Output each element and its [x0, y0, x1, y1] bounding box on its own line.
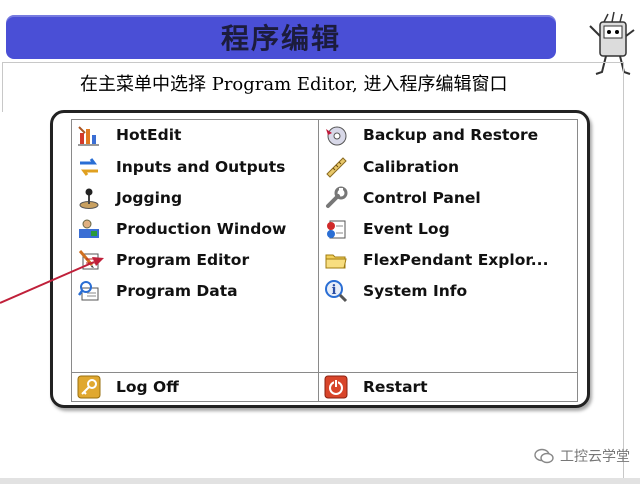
menu-item-jogging[interactable]: Jogging — [76, 185, 182, 211]
joystick-icon — [76, 185, 102, 211]
watermark: 工控云学堂 — [534, 446, 630, 466]
power-icon — [323, 374, 349, 400]
menu-item-label: Calibration — [363, 158, 460, 176]
menu-item-program-data[interactable]: Program Data — [76, 278, 238, 304]
menu-item-control-panel[interactable]: Control Panel — [323, 185, 481, 211]
menu-item-label: HotEdit — [116, 126, 182, 144]
hotedit-icon — [76, 122, 102, 148]
menu-item-label: System Info — [363, 282, 468, 300]
system-info-icon: i — [323, 278, 349, 304]
menu-item-inputs-and-outputs[interactable]: Inputs and Outputs — [76, 154, 285, 180]
main-menu-panel: HotEdit Inputs and Outputs Jogging Produ… — [50, 110, 590, 408]
backup-restore-icon — [323, 122, 349, 148]
menu-item-calibration[interactable]: Calibration — [323, 154, 459, 180]
production-window-icon — [76, 216, 102, 242]
menu-item-label: Production Window — [116, 220, 287, 238]
log-off-button[interactable]: Log Off — [76, 374, 179, 400]
caption-frame-top — [2, 62, 624, 63]
bottom-bar — [0, 478, 640, 484]
menu-item-label: Control Panel — [363, 189, 481, 207]
folder-icon — [323, 247, 349, 273]
caption-frame-left — [2, 62, 3, 112]
watermark-text: 工控云学堂 — [560, 449, 630, 465]
menu-item-hotedit[interactable]: HotEdit — [76, 122, 181, 148]
menu-item-event-log[interactable]: Event Log — [323, 216, 450, 242]
footer-divider — [72, 372, 577, 373]
menu-item-label: Inputs and Outputs — [116, 158, 286, 176]
menu-item-production-window[interactable]: Production Window — [76, 216, 286, 242]
svg-text:i: i — [332, 283, 337, 298]
key-icon — [76, 374, 102, 400]
menu-item-program-editor[interactable]: Program Editor — [76, 247, 249, 273]
menu-item-backup-and-restore[interactable]: Backup and Restore — [323, 122, 538, 148]
control-panel-icon — [323, 185, 349, 211]
program-data-icon — [76, 278, 102, 304]
main-menu-grid: HotEdit Inputs and Outputs Jogging Produ… — [71, 119, 578, 402]
slide-caption: 在主菜单中选择 Program Editor, 进入程序编辑窗口 — [80, 74, 508, 95]
menu-item-label: Backup and Restore — [363, 126, 539, 144]
wechat-icon — [534, 448, 554, 464]
slide-title: 程序编辑 — [220, 22, 341, 55]
column-divider — [318, 120, 319, 401]
menu-item-label: Program Editor — [116, 251, 250, 269]
slide-title-bar: 程序编辑 — [6, 15, 556, 59]
inputs-outputs-icon — [76, 154, 102, 180]
menu-item-flexpendant-explorer[interactable]: FlexPendant Explor... — [323, 247, 548, 273]
menu-item-system-info[interactable]: i System Info — [323, 278, 467, 304]
calibration-icon — [323, 154, 349, 180]
program-editor-icon — [76, 247, 102, 273]
menu-item-label: Program Data — [116, 282, 238, 300]
menu-item-label: Event Log — [363, 220, 450, 238]
restart-button[interactable]: Restart — [323, 374, 428, 400]
restart-label: Restart — [363, 378, 428, 396]
menu-item-label: FlexPendant Explor... — [363, 251, 549, 269]
event-log-icon — [323, 216, 349, 242]
mascot-icon — [589, 11, 635, 75]
caption-frame-right — [623, 62, 624, 482]
log-off-label: Log Off — [116, 378, 179, 396]
menu-item-label: Jogging — [116, 189, 183, 207]
